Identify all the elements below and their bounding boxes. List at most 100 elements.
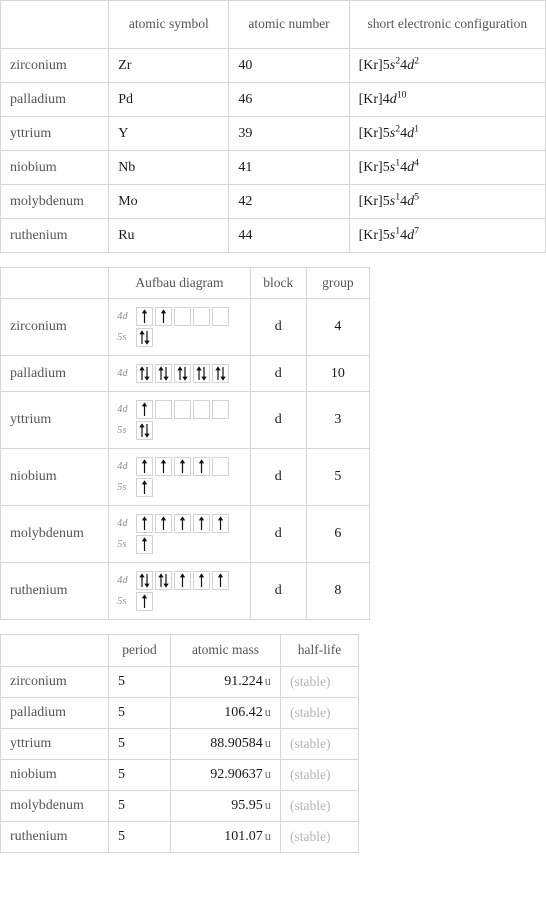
table-header-row: period atomic mass half-life: [0, 634, 359, 667]
orbital-box-paired-electrons: [136, 328, 154, 348]
aufbau-table-header: Aufbau diagram block group: [0, 266, 371, 300]
orbital-row: 5s: [117, 535, 245, 555]
aufbau-diagram-cell: 4d 5s: [108, 562, 251, 621]
half-life-cell: (stable): [280, 789, 359, 822]
electron-configuration: [Kr]5s24d2: [358, 54, 419, 73]
period-cell: 5: [108, 727, 171, 760]
orbital-box-paired-electrons: [136, 571, 154, 591]
orbital-boxes: [136, 364, 230, 384]
orbital-row: 4d: [117, 364, 245, 384]
electron-configuration-cell: [Kr]5s24d2: [348, 48, 546, 83]
atomic-symbol-cell: Nb: [108, 150, 230, 185]
properties-table: atomic symbol atomic number short electr…: [0, 0, 546, 253]
electron-configuration: [Kr]5s14d7: [358, 224, 419, 243]
orbital-box-empty: [212, 457, 230, 477]
table-spacer-2: [0, 620, 546, 634]
table-row: yttrium Y 39 [Kr]5s24d1: [0, 116, 546, 151]
table-row: ruthenium 4d 5s d 8: [0, 562, 371, 621]
orbital-box-single-electron: [193, 571, 211, 591]
atomic-mass-value: 101.07: [224, 828, 263, 844]
element-name-cell: zirconium: [0, 665, 109, 698]
orbital-label: 4d: [117, 461, 128, 473]
orbital-row: 5s: [117, 478, 245, 498]
orbital-box-empty: [174, 400, 192, 420]
orbital-box-paired-electrons: [136, 364, 154, 384]
table-row: palladium 5 106.42 u (stable): [0, 696, 359, 729]
orbital-box-paired-electrons: [212, 364, 230, 384]
orbital-label: 5s: [117, 539, 127, 551]
atomic-number-cell: 42: [228, 184, 350, 219]
facts-table-header: period atomic mass half-life: [0, 634, 359, 667]
orbital-label: 4d: [117, 575, 128, 587]
aufbau-diagram-cell: 4d 5s: [108, 391, 251, 450]
half-life-cell: (stable): [280, 758, 359, 791]
orbital-box-single-electron: [155, 514, 173, 534]
table-header-row: atomic symbol atomic number short electr…: [0, 0, 546, 49]
atomic-symbol-cell: Ru: [108, 218, 230, 253]
element-name-cell: niobium: [0, 150, 110, 185]
orbital-box-empty: [212, 307, 230, 327]
orbital-label: 5s: [117, 425, 127, 437]
element-name-cell: zirconium: [0, 48, 110, 83]
block-cell: d: [249, 448, 307, 507]
table-row: yttrium 4d 5s d 3: [0, 391, 371, 450]
table-row: molybdenum 5 95.95 u (stable): [0, 789, 359, 822]
orbital-row: 5s: [117, 421, 245, 441]
atomic-mass-cell: 101.07 u: [170, 820, 281, 853]
element-name-cell: niobium: [0, 448, 110, 507]
column-header-block: block: [249, 266, 307, 300]
element-name-cell: molybdenum: [0, 505, 110, 564]
table-row: niobium Nb 41 [Kr]5s14d4: [0, 150, 546, 185]
electron-configuration: [Kr]5s14d4: [358, 156, 419, 175]
element-name-cell: ruthenium: [0, 562, 110, 621]
element-name-cell: palladium: [0, 696, 109, 729]
orbital-boxes: [136, 571, 230, 591]
orbital-box-empty: [193, 307, 211, 327]
orbital-row: 4d: [117, 457, 245, 477]
atomic-mass-value: 88.90584: [210, 735, 263, 751]
orbital-box-single-electron: [212, 571, 230, 591]
aufbau-diagram-cell: 4d 5s: [108, 505, 251, 564]
facts-table-body: zirconium 5 91.224 u (stable) palladium 5 106.4…: [0, 665, 359, 853]
atomic-symbol-cell: Y: [108, 116, 230, 151]
orbital-row: 4d: [117, 571, 245, 591]
block-cell: d: [249, 562, 307, 621]
aufbau-diagram-cell: 4d 5s: [108, 448, 251, 507]
atomic-mass-cell: 95.95 u: [170, 789, 281, 822]
atomic-mass-unit: u: [264, 735, 271, 750]
column-header-atomic-mass: atomic mass: [170, 634, 281, 667]
half-life-cell: (stable): [280, 665, 359, 698]
column-header-short-electronic-configuration: short electronic configuration: [348, 0, 546, 49]
table-row: niobium 5 92.90637 u (stable): [0, 758, 359, 791]
orbital-box-single-electron: [155, 457, 173, 477]
period-cell: 5: [108, 696, 171, 729]
orbital-box-empty: [155, 400, 173, 420]
orbital-box-paired-electrons: [155, 571, 173, 591]
properties-table-header: atomic symbol atomic number short electr…: [0, 0, 546, 49]
atomic-number-cell: 44: [228, 218, 350, 253]
aufbau-table-body: zirconium 4d 5s d 4 palladium 4d d 10 yttrium 4d 5s…: [0, 298, 371, 621]
atomic-symbol-cell: Pd: [108, 82, 230, 117]
column-header-atomic-symbol: atomic symbol: [108, 0, 230, 49]
atomic-mass-cell: 92.90637 u: [170, 758, 281, 791]
atomic-number-cell: 40: [228, 48, 350, 83]
orbital-box-single-electron: [136, 400, 154, 420]
table-row: niobium 4d 5s d 5: [0, 448, 371, 507]
electron-configuration-cell: [Kr]5s14d4: [348, 150, 546, 185]
atomic-mass-unit: u: [264, 797, 271, 812]
group-cell: 4: [305, 298, 371, 357]
orbital-boxes: [136, 328, 154, 348]
column-header-half-life: half-life: [280, 634, 359, 667]
atomic-number-cell: 39: [228, 116, 350, 151]
table-header-row: Aufbau diagram block group: [0, 266, 371, 300]
atomic-mass-value: 91.224: [224, 673, 263, 689]
atomic-mass-unit: u: [264, 828, 271, 843]
element-name-cell: niobium: [0, 758, 109, 791]
orbital-label: 4d: [117, 404, 128, 416]
element-name-cell: yttrium: [0, 391, 110, 450]
electron-configuration: [Kr]5s14d5: [358, 190, 419, 209]
orbital-row: 4d: [117, 307, 245, 327]
orbital-box-paired-electrons: [155, 364, 173, 384]
aufbau-table: Aufbau diagram block group zirconium 4d 5s…: [0, 266, 371, 621]
table-row: zirconium 5 91.224 u (stable): [0, 665, 359, 698]
